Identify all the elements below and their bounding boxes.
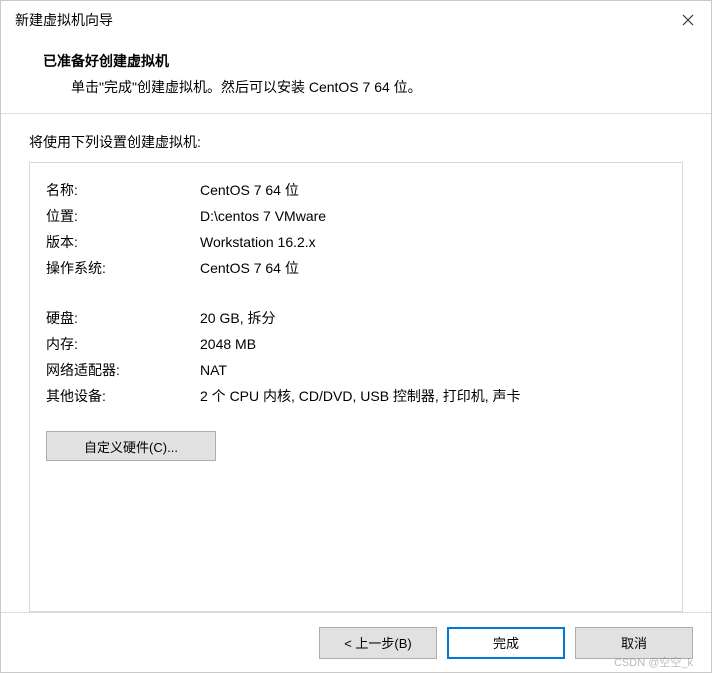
header-title: 已准备好创建虚拟机: [43, 51, 683, 71]
titlebar: 新建虚拟机向导: [1, 1, 711, 39]
summary-key: 硬盘:: [46, 305, 200, 331]
summary-row: 其他设备: 2 个 CPU 内核, CD/DVD, USB 控制器, 打印机, …: [46, 383, 666, 409]
back-button[interactable]: < 上一步(B): [319, 627, 437, 659]
summary-val: NAT: [200, 357, 666, 383]
summary-val: D:\centos 7 VMware: [200, 203, 666, 229]
summary-key: 其他设备:: [46, 383, 200, 409]
row-gap: [46, 281, 666, 305]
finish-button[interactable]: 完成: [447, 627, 565, 659]
settings-summary-box: 名称: CentOS 7 64 位 位置: D:\centos 7 VMware…: [29, 162, 683, 612]
summary-row: 内存: 2048 MB: [46, 331, 666, 357]
summary-row: 位置: D:\centos 7 VMware: [46, 203, 666, 229]
summary-row: 版本: Workstation 16.2.x: [46, 229, 666, 255]
summary-row: 名称: CentOS 7 64 位: [46, 177, 666, 203]
wizard-dialog: 新建虚拟机向导 已准备好创建虚拟机 单击"完成"创建虚拟机。然后可以安装 Cen…: [0, 0, 712, 673]
summary-val: Workstation 16.2.x: [200, 229, 666, 255]
close-icon: [682, 14, 694, 26]
summary-key: 网络适配器:: [46, 357, 200, 383]
close-button[interactable]: [665, 1, 711, 39]
summary-key: 名称:: [46, 177, 200, 203]
header-subtitle: 单击"完成"创建虚拟机。然后可以安装 CentOS 7 64 位。: [71, 77, 683, 97]
summary-key: 版本:: [46, 229, 200, 255]
summary-val: 20 GB, 拆分: [200, 305, 666, 331]
customize-hardware-button[interactable]: 自定义硬件(C)...: [46, 431, 216, 461]
summary-row: 操作系统: CentOS 7 64 位: [46, 255, 666, 281]
settings-label: 将使用下列设置创建虚拟机:: [29, 132, 683, 152]
wizard-header: 已准备好创建虚拟机 单击"完成"创建虚拟机。然后可以安装 CentOS 7 64…: [1, 39, 711, 113]
window-title: 新建虚拟机向导: [15, 10, 665, 30]
summary-val: CentOS 7 64 位: [200, 255, 666, 281]
summary-row: 硬盘: 20 GB, 拆分: [46, 305, 666, 331]
summary-row: 网络适配器: NAT: [46, 357, 666, 383]
summary-key: 操作系统:: [46, 255, 200, 281]
cancel-button[interactable]: 取消: [575, 627, 693, 659]
dialog-footer: < 上一步(B) 完成 取消 CSDN @空空_k: [1, 612, 711, 672]
content-area: 将使用下列设置创建虚拟机: 名称: CentOS 7 64 位 位置: D:\c…: [1, 114, 711, 612]
summary-key: 位置:: [46, 203, 200, 229]
summary-val: 2048 MB: [200, 331, 666, 357]
summary-val: 2 个 CPU 内核, CD/DVD, USB 控制器, 打印机, 声卡: [200, 383, 666, 409]
summary-val: CentOS 7 64 位: [200, 177, 666, 203]
customize-row: 自定义硬件(C)...: [46, 431, 666, 461]
summary-key: 内存:: [46, 331, 200, 357]
